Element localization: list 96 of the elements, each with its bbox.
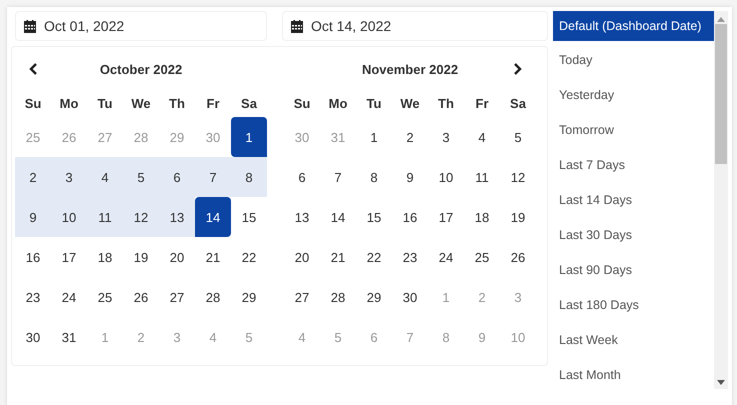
- calendar-day[interactable]: 13: [159, 197, 195, 237]
- calendar-day[interactable]: 16: [392, 197, 428, 237]
- calendar-day[interactable]: 2: [392, 117, 428, 157]
- calendar-day[interactable]: 5: [123, 157, 159, 197]
- weekday-label: Sa: [509, 94, 527, 112]
- weekday-label: Th: [168, 94, 186, 112]
- calendar-day[interactable]: 1: [231, 117, 267, 157]
- range-option[interactable]: Tomorrow: [553, 113, 714, 148]
- calendar-day[interactable]: 29: [356, 277, 392, 317]
- calendar-day[interactable]: 14: [320, 197, 356, 237]
- calendar-day[interactable]: 14: [195, 197, 231, 237]
- weekday-label: Sa: [240, 94, 258, 112]
- calendar-day[interactable]: 17: [51, 237, 87, 277]
- calendar-day[interactable]: 6: [159, 157, 195, 197]
- calendar-day[interactable]: 30: [15, 317, 51, 357]
- calendar-day[interactable]: 4: [464, 117, 500, 157]
- calendar-day[interactable]: 16: [15, 237, 51, 277]
- range-option[interactable]: Last 7 Days: [553, 148, 714, 183]
- calendar-day[interactable]: 6: [284, 157, 320, 197]
- scrollbar[interactable]: [714, 11, 728, 389]
- calendar-day[interactable]: 21: [320, 237, 356, 277]
- calendar-day[interactable]: 12: [123, 197, 159, 237]
- calendar-day[interactable]: 7: [320, 157, 356, 197]
- calendar-day[interactable]: 11: [464, 157, 500, 197]
- calendar-day[interactable]: 7: [195, 157, 231, 197]
- calendar-day[interactable]: 26: [500, 237, 536, 277]
- calendar-day[interactable]: 13: [284, 197, 320, 237]
- scroll-down-icon[interactable]: [717, 380, 725, 385]
- calendar-day[interactable]: 3: [428, 117, 464, 157]
- calendar-day[interactable]: 31: [51, 317, 87, 357]
- date-field[interactable]: Oct 14, 2022: [282, 11, 548, 41]
- calendar-day[interactable]: 10: [428, 157, 464, 197]
- calendar-day[interactable]: 19: [123, 237, 159, 277]
- calendar-day[interactable]: 20: [159, 237, 195, 277]
- calendar-day[interactable]: 12: [500, 157, 536, 197]
- weekday-label: Su: [292, 94, 312, 112]
- range-option[interactable]: Last 14 Days: [553, 183, 714, 218]
- calendar-day[interactable]: 25: [464, 237, 500, 277]
- calendar-day[interactable]: 15: [356, 197, 392, 237]
- calendar-day[interactable]: 17: [428, 197, 464, 237]
- calendar-day[interactable]: 28: [320, 277, 356, 317]
- weekday-label: Th: [437, 94, 455, 112]
- weekday-label: Fr: [474, 94, 490, 112]
- calendar-day[interactable]: 22: [231, 237, 267, 277]
- previous-month-icon[interactable]: [29, 63, 37, 75]
- range-option[interactable]: Last 30 Days: [553, 218, 714, 253]
- range-option[interactable]: Today: [553, 43, 714, 78]
- calendar-day[interactable]: 4: [87, 157, 123, 197]
- calendar-day[interactable]: 25: [87, 277, 123, 317]
- weekday-label: Fr: [206, 94, 220, 112]
- calendar-day[interactable]: 20: [284, 237, 320, 277]
- calendar-day[interactable]: 3: [51, 157, 87, 197]
- weekday-label: Mo: [58, 94, 80, 112]
- calendar-day[interactable]: 10: [51, 197, 87, 237]
- range-option[interactable]: Last 180 Days: [553, 288, 714, 323]
- calendar-icon: [24, 20, 36, 32]
- range-option[interactable]: Yesterday: [553, 78, 714, 113]
- month-title: November 2022: [362, 62, 458, 76]
- calendar-day[interactable]: 11: [87, 197, 123, 237]
- range-option[interactable]: Last 90 Days: [553, 253, 714, 288]
- calendar-day[interactable]: 18: [464, 197, 500, 237]
- calendar-day[interactable]: 5: [500, 117, 536, 157]
- calendar-day[interactable]: 24: [428, 237, 464, 277]
- calendar-day[interactable]: 15: [231, 197, 267, 237]
- calendar-day[interactable]: 2: [15, 157, 51, 197]
- month-title: October 2022: [100, 62, 182, 76]
- calendar-day[interactable]: 28: [195, 277, 231, 317]
- weekday-label: We: [399, 94, 421, 112]
- calendar-day[interactable]: 22: [356, 237, 392, 277]
- calendar-day[interactable]: 29: [231, 277, 267, 317]
- calendar-day[interactable]: 30: [392, 277, 428, 317]
- calendar-day[interactable]: 9: [392, 157, 428, 197]
- calendar-day[interactable]: 1: [356, 117, 392, 157]
- range-option[interactable]: Last Week: [553, 323, 714, 358]
- weekday-label: We: [130, 94, 152, 112]
- weekday-label: Mo: [328, 94, 348, 112]
- calendar-icon: [291, 20, 303, 32]
- calendar-day[interactable]: 26: [123, 277, 159, 317]
- date-field[interactable]: Oct 01, 2022: [15, 11, 267, 41]
- calendar-day[interactable]: 27: [284, 277, 320, 317]
- next-month-icon[interactable]: [514, 63, 522, 75]
- calendar-day[interactable]: 27: [159, 277, 195, 317]
- calendar-day[interactable]: 19: [500, 197, 536, 237]
- weekday-label: Tu: [366, 94, 382, 112]
- calendar-day[interactable]: 23: [392, 237, 428, 277]
- weekday-label: Su: [24, 94, 42, 112]
- calendar-day[interactable]: 9: [15, 197, 51, 237]
- calendar-day[interactable]: 8: [356, 157, 392, 197]
- calendar-day[interactable]: 18: [87, 237, 123, 277]
- calendar-day[interactable]: 21: [195, 237, 231, 277]
- range-option[interactable]: Last Month: [553, 358, 714, 393]
- calendar-day[interactable]: 23: [15, 277, 51, 317]
- calendar-day[interactable]: 24: [51, 277, 87, 317]
- weekday-label: Tu: [96, 94, 114, 112]
- range-option[interactable]: Default (Dashboard Date): [553, 11, 714, 41]
- calendar-day[interactable]: 8: [231, 157, 267, 197]
